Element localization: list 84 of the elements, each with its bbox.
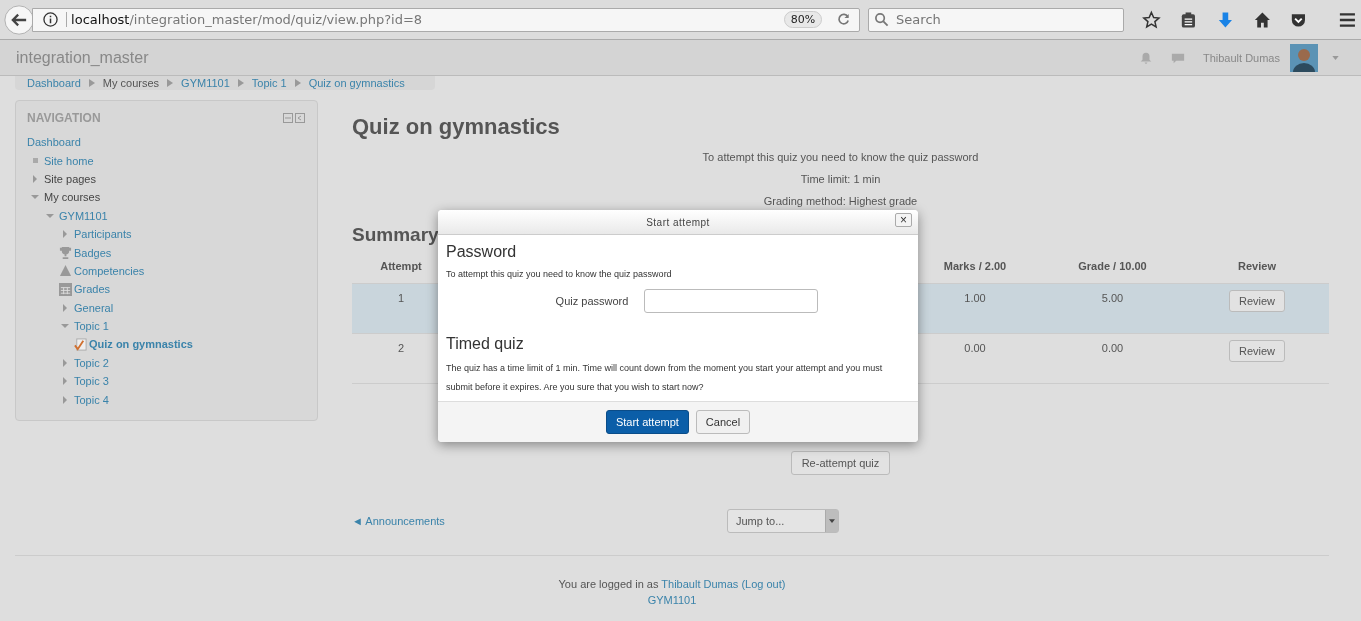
jump-select[interactable]: Jump to... xyxy=(727,509,839,533)
zoom-badge[interactable]: 80% xyxy=(783,11,823,28)
table-cell-text: 2 xyxy=(396,341,406,354)
table-cell-text: 0.00 xyxy=(1100,341,1125,354)
course-link[interactable]: GYM1101 xyxy=(647,594,697,606)
navigation-item[interactable]: Quiz on gymnastics xyxy=(89,338,193,351)
table-cell-text: 5.00 xyxy=(1100,291,1125,304)
reattempt-button[interactable]: Re-attempt quiz xyxy=(790,451,891,475)
close-button[interactable]: × xyxy=(895,213,912,227)
review-button[interactable]: Review xyxy=(1228,290,1286,312)
dialog-text: To attempt this quiz you need to know the quiz password xyxy=(446,269,673,279)
separator-icon xyxy=(88,79,95,87)
table-icon xyxy=(58,282,72,296)
search-field[interactable]: Search xyxy=(868,7,1125,32)
quiz-info: Grading method: Highest grade xyxy=(762,194,919,208)
site-name[interactable]: integration_master xyxy=(16,48,149,67)
page-title: Quiz on gymnastics xyxy=(352,114,561,140)
quiz-icon xyxy=(73,338,87,351)
bell-icon[interactable] xyxy=(1138,50,1153,65)
table-cell-text: 1.00 xyxy=(963,291,987,304)
breadcrumb-item: My courses xyxy=(102,77,160,89)
column-header: Review xyxy=(1237,260,1277,272)
navigation-item[interactable]: Participants xyxy=(74,228,132,241)
breadcrumb-item[interactable]: Topic 1 xyxy=(251,77,287,89)
navigation-item[interactable]: Topic 4 xyxy=(74,393,109,406)
address-bar[interactable]: localhost/integration_master/mod/quiz/view.php?id=8 80% xyxy=(32,7,861,32)
separator-icon xyxy=(237,79,244,87)
password-field[interactable] xyxy=(644,289,819,313)
dialog-heading: Password xyxy=(446,243,518,261)
collapsed-arrow-icon[interactable] xyxy=(30,173,40,184)
trophy-icon xyxy=(58,246,72,260)
collapsed-arrow-icon[interactable] xyxy=(60,376,70,387)
navigation-item[interactable]: General xyxy=(74,301,114,314)
collapsed-arrow-icon[interactable] xyxy=(60,302,70,313)
column-header: Attempt xyxy=(379,260,423,272)
dock-icon[interactable] xyxy=(283,113,305,123)
caret-icon[interactable] xyxy=(1332,55,1339,60)
breadcrumb-item[interactable]: Quiz on gymnastics xyxy=(308,77,405,89)
column-header: Grade / 10.00 xyxy=(1077,260,1148,272)
collapsed-arrow-icon[interactable] xyxy=(60,394,70,405)
table-cell-text: 1 xyxy=(396,291,406,304)
breadcrumb-item[interactable]: Dashboard xyxy=(27,77,81,89)
separator-icon xyxy=(167,79,174,87)
review-button[interactable]: Review xyxy=(1228,340,1286,362)
dialog-text: The quiz has a time limit of 1 min. Time will count down from the moment you start your attempt and you must submit before it expires. Are you sure that you wish to start now? xyxy=(446,362,884,394)
pyramid-icon xyxy=(58,264,72,278)
cancel-button[interactable]: Cancel xyxy=(695,410,751,434)
url-text: localhost/integration_master/mod/quiz/view.php?id=8 xyxy=(66,12,776,27)
navigation-item[interactable]: Topic 2 xyxy=(74,356,109,369)
info-icon[interactable] xyxy=(43,12,59,27)
dialog-title: Start attempt xyxy=(646,216,710,228)
caret-icon xyxy=(829,519,835,523)
bullet-icon xyxy=(32,158,38,164)
dialog-heading: Timed quiz xyxy=(446,335,525,353)
breadcrumb-item[interactable]: GYM1101 xyxy=(181,77,230,89)
collapsed-arrow-icon[interactable] xyxy=(60,229,70,240)
quiz-info: To attempt this quiz you need to know the quiz password xyxy=(701,150,980,164)
navigation-item[interactable]: Topic 1 xyxy=(74,320,109,333)
user-name[interactable]: Thibault Dumas xyxy=(1202,51,1280,64)
avatar-icon[interactable] xyxy=(1290,43,1318,72)
back-icon[interactable] xyxy=(4,3,35,36)
column-header: Marks / 2.00 xyxy=(942,260,1008,272)
navigation-item[interactable]: Grades xyxy=(74,283,111,296)
star-icon[interactable] xyxy=(1142,9,1161,30)
collapsed-arrow-icon[interactable] xyxy=(60,357,70,368)
navigation-item[interactable]: My courses xyxy=(44,191,101,204)
navigation-item[interactable]: Badges xyxy=(74,246,112,259)
reload-icon[interactable] xyxy=(836,12,852,27)
logout-link[interactable]: (Log out) xyxy=(741,578,786,590)
navigation-item[interactable]: Dashboard xyxy=(27,136,81,149)
user-link[interactable]: Thibault Dumas xyxy=(661,578,739,590)
login-info: You are logged in as Thibault Dumas (Log out) xyxy=(557,577,787,592)
field-label: Quiz password xyxy=(555,295,629,307)
table-cell-text: 0.00 xyxy=(963,341,987,354)
navigation-item[interactable]: Site home xyxy=(44,154,94,167)
navigation-item[interactable]: GYM1101 xyxy=(59,209,108,222)
block-title: NAVIGATION xyxy=(27,111,101,125)
previous-link[interactable]: ◄ Announcements xyxy=(352,515,552,527)
navigation-item[interactable]: Site pages xyxy=(44,172,96,185)
start-attempt-button[interactable]: Start attempt xyxy=(605,410,689,434)
separator-icon xyxy=(294,79,301,87)
quiz-info: Time limit: 1 min xyxy=(799,172,882,186)
navigation-item[interactable]: Topic 3 xyxy=(74,375,109,388)
navigation-item[interactable]: Competencies xyxy=(74,264,145,277)
